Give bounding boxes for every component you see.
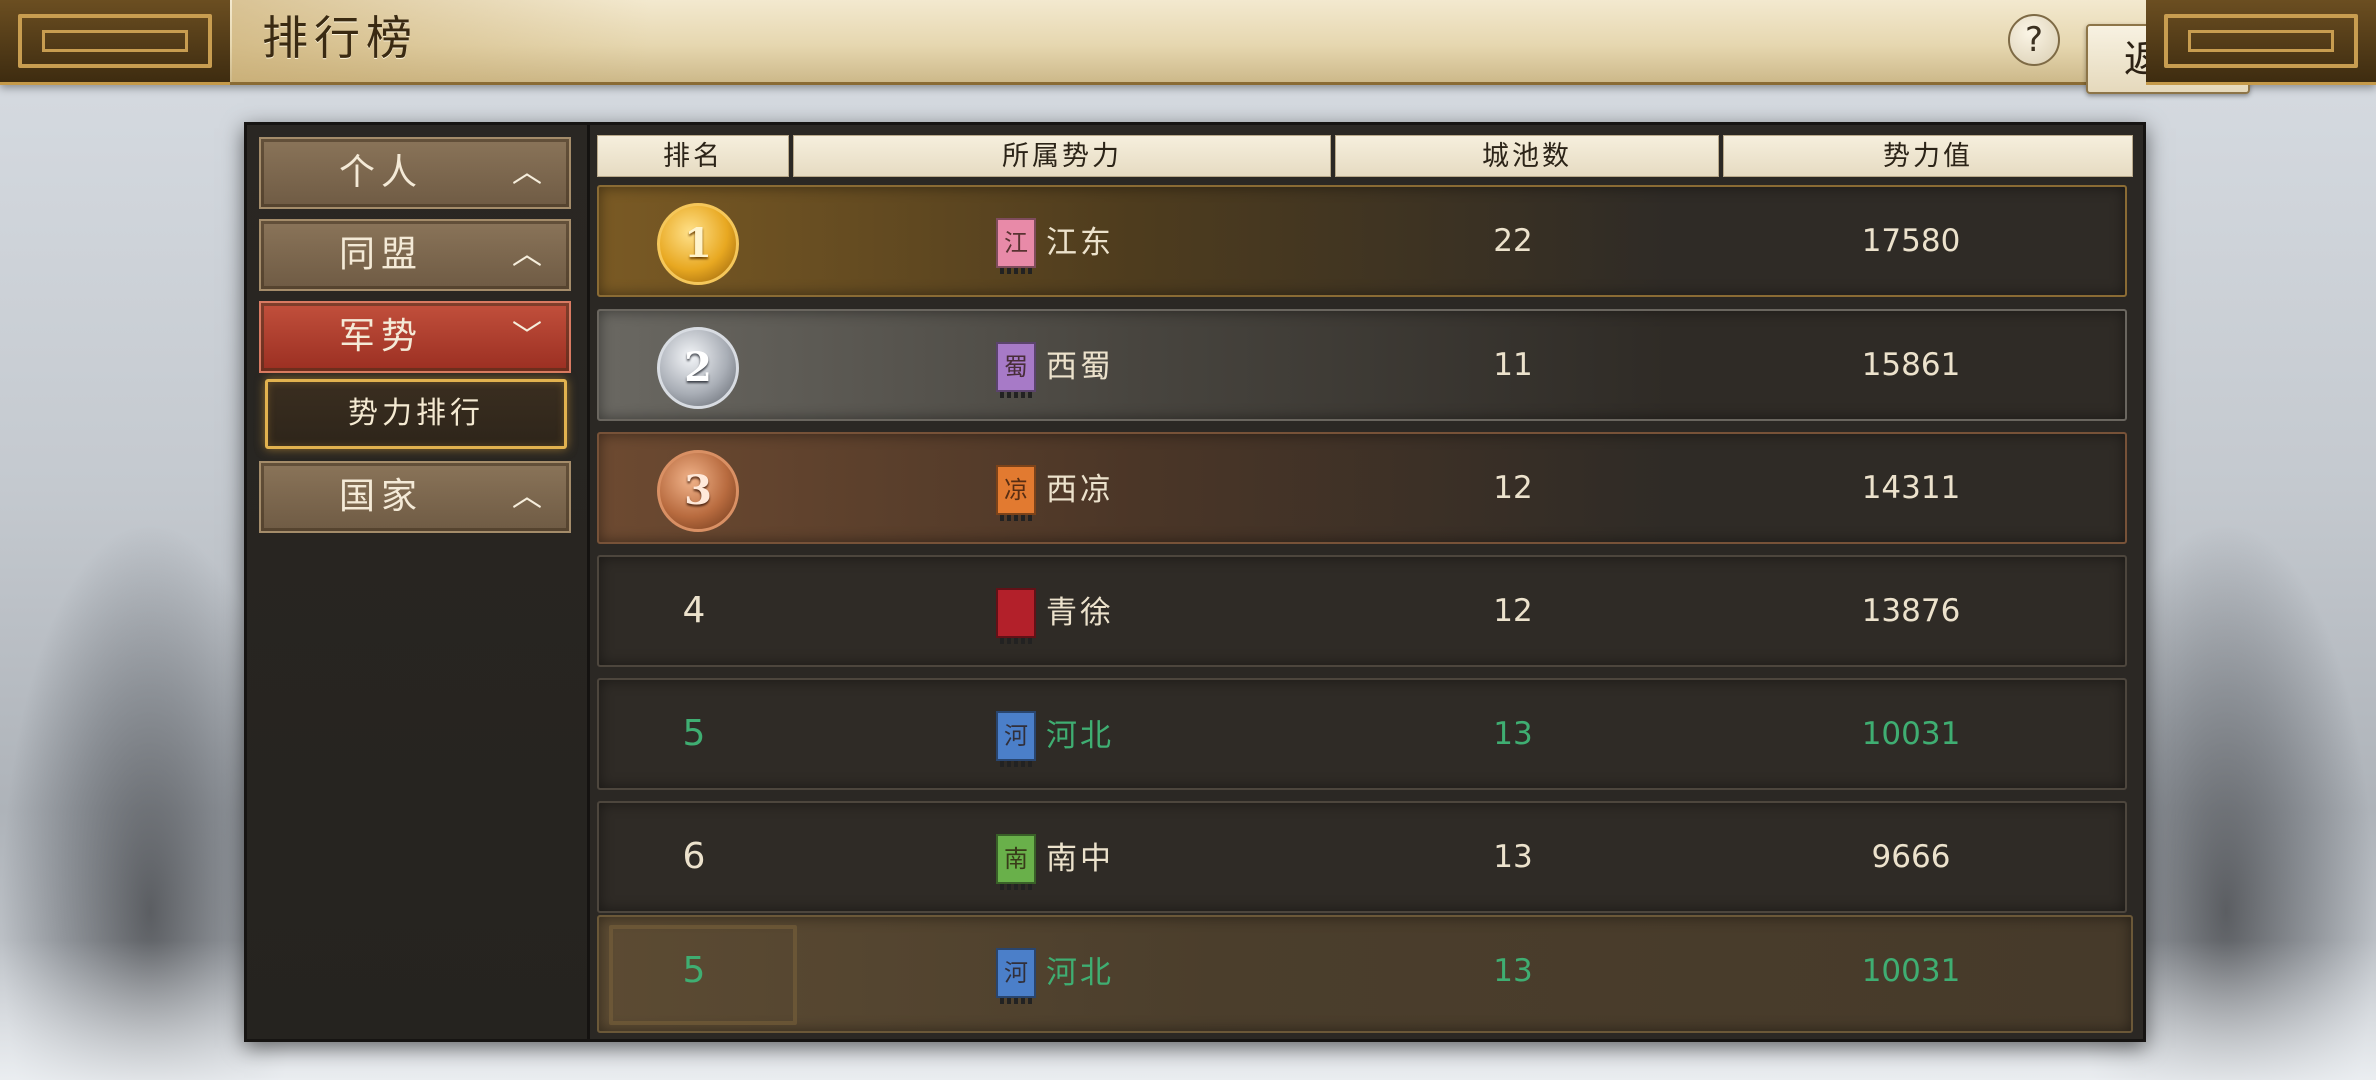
sidebar-item-army[interactable]: 军势 ﹀ — [259, 301, 571, 373]
faction-name: 西蜀 — [1046, 348, 1114, 385]
sidebar-subitem-label: 势力排行 — [348, 396, 484, 431]
faction-flag-icon: 河 — [996, 710, 1036, 767]
faction-name: 江东 — [1046, 224, 1114, 261]
power-cell: 15861 — [1861, 347, 1961, 383]
faction-flag-icon: 南 — [996, 833, 1036, 890]
table-row[interactable]: 1 江江东 22 17580 — [597, 185, 2127, 297]
power-cell: 9666 — [1871, 839, 1951, 875]
cities-cell: 12 — [1493, 593, 1533, 629]
sidebar-item-country[interactable]: 国家 ︿ — [259, 461, 571, 533]
rank-cell: 5 — [682, 713, 706, 754]
faction-flag-icon: 河 — [996, 947, 1036, 1004]
rank-cell: 6 — [682, 836, 706, 877]
rank-cell: 5 — [682, 950, 706, 991]
faction-name: 河北 — [1046, 954, 1114, 991]
power-cell: 14311 — [1861, 470, 1961, 506]
table-row[interactable]: 6 南南中 13 9666 — [597, 801, 2127, 913]
sidebar-item-personal[interactable]: 个人 ︿ — [259, 137, 571, 209]
corner-ornament-right — [2146, 0, 2376, 85]
power-cell: 10031 — [1861, 716, 1961, 752]
ranking-table: 排名 所属势力 城池数 势力值 1 江江东 22 17580 2 蜀 西蜀 11… — [597, 125, 2137, 1039]
leaderboard-panel: 个人 ︿ 同盟 ︿ 军势 ﹀ 势力排行 国家 ︿ 排名 所属势力 城池数 势力值 — [244, 122, 2146, 1042]
gold-medal-icon: 1 — [657, 203, 739, 285]
header-faction: 所属势力 — [793, 135, 1331, 177]
help-button[interactable]: ? — [2008, 14, 2060, 66]
faction-cell: 南南中 — [789, 803, 1321, 911]
table-header: 排名 所属势力 城池数 势力值 — [597, 135, 2137, 177]
chevron-up-icon: ︿ — [512, 237, 542, 272]
cities-cell: 13 — [1493, 953, 1533, 989]
table-row[interactable]: 3 凉西凉 12 14311 — [597, 432, 2127, 544]
category-sidebar: 个人 ︿ 同盟 ︿ 军势 ﹀ 势力排行 国家 ︿ — [247, 125, 590, 1039]
sidebar-item-label: 同盟 — [338, 234, 423, 275]
rank-cell: 4 — [682, 590, 706, 631]
title-bar: 排行榜 ? 返回 — [0, 0, 2376, 94]
power-cell: 13876 — [1861, 593, 1961, 629]
faction-name: 西凉 — [1046, 471, 1114, 508]
sidebar-item-label: 国家 — [338, 476, 423, 517]
header-rank: 排名 — [597, 135, 789, 177]
table-row[interactable]: 4 青徐 12 13876 — [597, 555, 2127, 667]
faction-cell: 河河北 — [789, 680, 1321, 788]
rank-cell: 2 — [599, 311, 789, 419]
page-title: 排行榜 — [262, 11, 418, 65]
faction-name: 河北 — [1046, 717, 1114, 754]
faction-flag-icon: 蜀 — [996, 341, 1036, 398]
chevron-down-icon: ﹀ — [512, 319, 542, 354]
faction-flag-icon: 凉 — [996, 464, 1036, 521]
rank-cell: 3 — [599, 434, 789, 542]
chevron-up-icon: ︿ — [512, 155, 542, 190]
faction-cell: 江江东 — [789, 187, 1321, 295]
cities-cell: 11 — [1493, 347, 1533, 383]
faction-name: 南中 — [1046, 840, 1114, 877]
header-cities: 城池数 — [1335, 135, 1719, 177]
bronze-medal-icon: 3 — [657, 450, 739, 532]
power-cell: 17580 — [1861, 223, 1961, 259]
cities-cell: 22 — [1493, 223, 1533, 259]
faction-cell: 凉西凉 — [789, 434, 1321, 542]
faction-flag-icon: 江 — [996, 217, 1036, 274]
rank-cell: 1 — [599, 187, 789, 295]
cities-cell: 12 — [1493, 470, 1533, 506]
faction-cell: 青徐 — [789, 557, 1321, 665]
faction-flag-icon — [996, 587, 1036, 644]
cities-cell: 13 — [1493, 839, 1533, 875]
table-row[interactable]: 5 河河北 13 10031 — [597, 678, 2127, 790]
chevron-up-icon: ︿ — [512, 479, 542, 514]
power-cell: 10031 — [1861, 953, 1961, 989]
sidebar-item-label: 个人 — [338, 152, 423, 193]
sidebar-item-label: 军势 — [338, 316, 423, 357]
header-power: 势力值 — [1723, 135, 2133, 177]
faction-cell: 蜀西蜀 — [789, 311, 1321, 419]
cities-cell: 13 — [1493, 716, 1533, 752]
table-row[interactable]: 2 蜀西蜀 11 15861 — [597, 309, 2127, 421]
corner-ornament-left — [0, 0, 230, 85]
silver-medal-icon: 2 — [657, 327, 739, 409]
sidebar-item-alliance[interactable]: 同盟 ︿ — [259, 219, 571, 291]
own-faction-row[interactable]: 5 河河北 13 10031 — [597, 915, 2133, 1033]
sidebar-subitem-faction-ranking[interactable]: 势力排行 — [265, 379, 567, 449]
faction-name: 青徐 — [1046, 594, 1114, 631]
faction-cell: 河河北 — [789, 917, 1321, 1025]
